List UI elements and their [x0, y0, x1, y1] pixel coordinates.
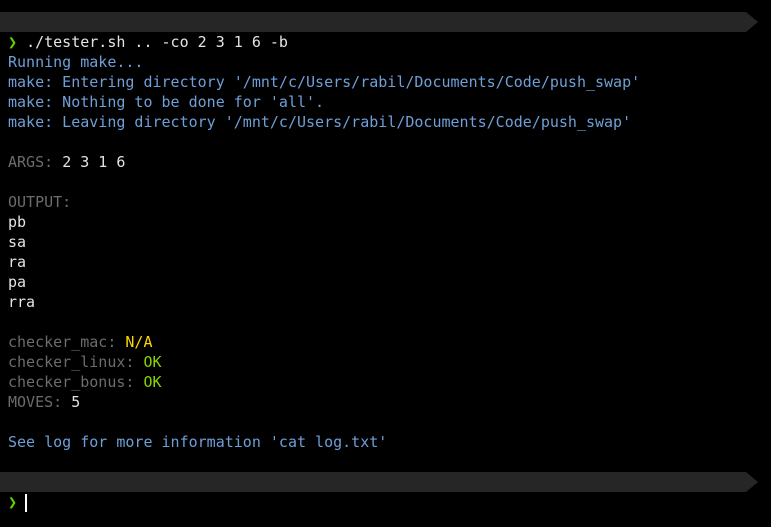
ubuntu-icon: ◉: [32, 493, 42, 511]
log-note: See log for more information 'cat log.tx…: [8, 433, 388, 451]
github-icon: ◙: [647, 493, 657, 511]
path-dir: /mnt/c/Users/rabil/Documents/Code/: [82, 493, 390, 511]
output-line: pb: [8, 213, 27, 231]
prompt-bar: ◉ 〉 ▱ /mnt/c/Users/rabil/Documents/Code/pu…: [0, 472, 758, 492]
output-line: rra: [8, 293, 36, 311]
moves-value: 5: [71, 393, 81, 411]
make-line: make: Nothing to be done for 'all'.: [8, 93, 325, 111]
command-text: ./tester.sh .. -co 2 3 1 6 -b: [26, 33, 288, 51]
path-current: push_swap/push_swap_tester: [389, 33, 625, 51]
separator-icon: 〉: [45, 493, 61, 511]
make-line: Running make...: [8, 53, 144, 71]
output-line: ra: [8, 253, 27, 271]
moves-line: MOVES: 5: [8, 392, 80, 412]
checker-value: OK: [143, 373, 162, 391]
checker-label: checker_mac:: [8, 333, 117, 351]
make-line: make: Entering directory '/mnt/c/Users/r…: [8, 73, 641, 91]
folder-icon: ▱: [64, 493, 83, 511]
checker-label: checker_linux:: [8, 353, 135, 371]
git-status: !6: [719, 493, 738, 511]
checker-mac-line: checker_mac: N/A: [8, 332, 153, 352]
output-line: sa: [8, 233, 27, 251]
args-value: 2 3 1 6: [62, 153, 126, 171]
git-branch: main: [674, 33, 711, 51]
make-line: make: Leaving directory '/mnt/c/Users/ra…: [8, 113, 632, 131]
args-label: ARGS:: [8, 153, 54, 171]
checker-label: checker_bonus:: [8, 373, 135, 391]
checker-linux-line: checker_linux: OK: [8, 352, 162, 372]
moves-label: MOVES:: [8, 393, 63, 411]
checker-value: N/A: [125, 333, 153, 351]
output-line: pa: [8, 273, 27, 291]
output-label: OUTPUT:: [8, 193, 72, 211]
prompt-bar: ◉ 〉 ▱ /mnt/c/Users/rabil/Documents/Code/pu…: [0, 12, 758, 32]
git-branch-icon: ᛘ: [656, 33, 666, 51]
prompt-chevron-icon: ❯: [8, 33, 18, 51]
command-line: ❯ ./tester.sh .. -co 2 3 1 6 -b: [8, 32, 288, 52]
path-current: push_swap/push_swap_tester: [389, 493, 625, 511]
prompt-chevron-icon: ❯: [8, 493, 18, 511]
separator-icon: 〉: [628, 493, 644, 511]
git-branch-icon: ᛘ: [656, 493, 666, 511]
input-line[interactable]: ❯: [8, 492, 28, 512]
args-line: ARGS: 2 3 1 6: [8, 152, 125, 172]
checker-value: OK: [143, 353, 162, 371]
text-cursor: [25, 493, 28, 512]
separator-icon: 〉: [628, 33, 644, 51]
github-icon: ◙: [647, 33, 657, 51]
git-branch: main: [674, 493, 711, 511]
checker-bonus-line: checker_bonus: OK: [8, 372, 162, 392]
git-status: !6: [719, 33, 738, 51]
